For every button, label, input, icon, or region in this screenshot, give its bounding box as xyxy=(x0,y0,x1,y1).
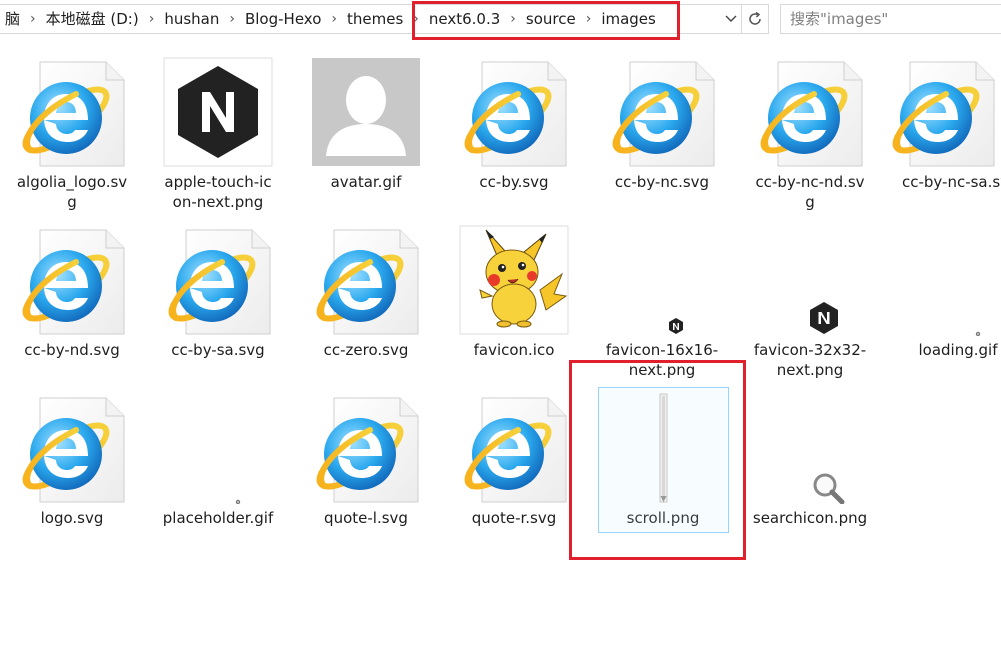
breadcrumb-item-images[interactable]: images xyxy=(595,5,662,33)
file-item[interactable]: favicon-16x16-next.png xyxy=(588,224,736,380)
breadcrumb-item-next[interactable]: next6.0.3 xyxy=(423,5,506,33)
file-name: loading.gif xyxy=(918,341,998,359)
chevron-right-icon[interactable]: › xyxy=(145,5,159,33)
chevron-right-icon[interactable]: › xyxy=(409,5,423,33)
ie-svg-file-icon xyxy=(606,56,718,168)
ie-svg-file-icon xyxy=(16,224,128,336)
breadcrumb: 脑 › 本地磁盘 (D:) › hushan › Blog-Hexo › the… xyxy=(0,5,662,33)
avatar-thumbnail xyxy=(310,56,422,168)
file-item[interactable]: loading.gif xyxy=(884,224,1001,360)
file-item[interactable]: cc-by-nc.svg xyxy=(588,56,736,192)
refresh-icon[interactable] xyxy=(741,5,768,33)
chevron-right-icon[interactable]: › xyxy=(225,5,239,33)
ie-svg-file-icon xyxy=(162,224,274,336)
chevron-right-icon[interactable]: › xyxy=(582,5,596,33)
file-item-selected[interactable]: scroll.png xyxy=(571,387,729,533)
breadcrumb-item-computer[interactable]: 脑 xyxy=(0,5,26,33)
breadcrumb-item-drive-d[interactable]: 本地磁盘 (D:) xyxy=(40,5,145,33)
chevron-right-icon[interactable]: › xyxy=(327,5,341,33)
file-name: algolia_logo.svg xyxy=(16,173,128,211)
tiny-dot-thumbnail xyxy=(162,392,274,505)
file-name: cc-by-nc-sa.svg xyxy=(902,173,1001,191)
ie-svg-file-icon xyxy=(458,392,570,504)
file-item[interactable]: cc-zero.svg xyxy=(292,224,440,360)
breadcrumb-item-blog-hexo[interactable]: Blog-Hexo xyxy=(239,5,327,33)
file-name: cc-by-nc.svg xyxy=(614,173,710,191)
ie-svg-file-icon xyxy=(886,56,998,168)
next-logo-medium-thumbnail xyxy=(754,224,866,336)
ie-svg-file-icon xyxy=(16,56,128,168)
chevron-down-icon[interactable] xyxy=(720,5,742,33)
chevron-right-icon[interactable]: › xyxy=(26,5,40,33)
file-item[interactable]: cc-by-nc-sa.svg xyxy=(884,56,1001,192)
file-name: favicon.ico xyxy=(473,341,555,359)
file-name: cc-by.svg xyxy=(479,173,549,191)
file-name: quote-l.svg xyxy=(324,509,408,527)
file-item[interactable]: favicon.ico xyxy=(440,224,588,360)
file-item[interactable]: searchicon.png xyxy=(736,392,884,528)
ie-svg-file-icon xyxy=(310,392,422,504)
ie-svg-file-icon xyxy=(16,392,128,504)
magnifier-thumbnail xyxy=(754,392,866,505)
file-name: placeholder.gif xyxy=(162,509,274,527)
file-item[interactable]: avatar.gif xyxy=(292,56,440,192)
file-item[interactable]: cc-by-nc-nd.svg xyxy=(736,56,884,212)
file-item[interactable]: logo.svg xyxy=(0,392,146,528)
chevron-right-icon[interactable]: › xyxy=(506,5,520,33)
ie-svg-file-icon xyxy=(310,224,422,336)
breadcrumb-item-themes[interactable]: themes xyxy=(341,5,409,33)
file-item[interactable]: cc-by.svg xyxy=(440,56,588,192)
file-name: favicon-16x16-next.png xyxy=(605,341,719,379)
file-name: cc-by-nd.svg xyxy=(24,341,120,359)
ie-svg-file-icon xyxy=(458,56,570,168)
ie-svg-file-icon xyxy=(754,56,866,168)
breadcrumb-item-source[interactable]: source xyxy=(520,5,582,33)
file-item[interactable]: cc-by-nd.svg xyxy=(0,224,146,360)
file-item[interactable]: placeholder.gif xyxy=(144,392,292,528)
file-name: quote-r.svg xyxy=(471,509,557,527)
address-bar[interactable]: 脑 › 本地磁盘 (D:) › hushan › Blog-Hexo › the… xyxy=(0,4,769,34)
file-name: favicon-32x32-next.png xyxy=(753,341,867,379)
file-name: cc-by-nc-nd.svg xyxy=(755,173,865,211)
file-name: cc-zero.svg xyxy=(323,341,409,359)
file-name: avatar.gif xyxy=(330,173,402,191)
file-item[interactable]: quote-r.svg xyxy=(440,392,588,528)
file-item[interactable]: apple-touch-icon-next.png xyxy=(144,56,292,212)
file-name: searchicon.png xyxy=(752,509,868,527)
file-item[interactable]: quote-l.svg xyxy=(292,392,440,528)
file-name: cc-by-sa.svg xyxy=(171,341,265,359)
breadcrumb-item-hushan[interactable]: hushan xyxy=(158,5,225,33)
tiny-dot-thumbnail xyxy=(902,224,1001,337)
search-placeholder: 搜索"images" xyxy=(790,10,889,28)
file-name: apple-touch-icon-next.png xyxy=(164,173,272,211)
scroll-bar-thumbnail xyxy=(607,392,719,504)
file-item[interactable]: cc-by-sa.svg xyxy=(144,224,292,360)
search-input[interactable]: 搜索"images" xyxy=(780,4,1001,34)
next-logo-small-thumbnail xyxy=(606,224,718,336)
pikachu-thumbnail xyxy=(458,224,570,336)
file-item[interactable]: favicon-32x32-next.png xyxy=(736,224,884,380)
next-logo-thumbnail xyxy=(162,56,274,168)
file-name: logo.svg xyxy=(40,509,104,527)
file-item[interactable]: algolia_logo.svg xyxy=(0,56,146,212)
